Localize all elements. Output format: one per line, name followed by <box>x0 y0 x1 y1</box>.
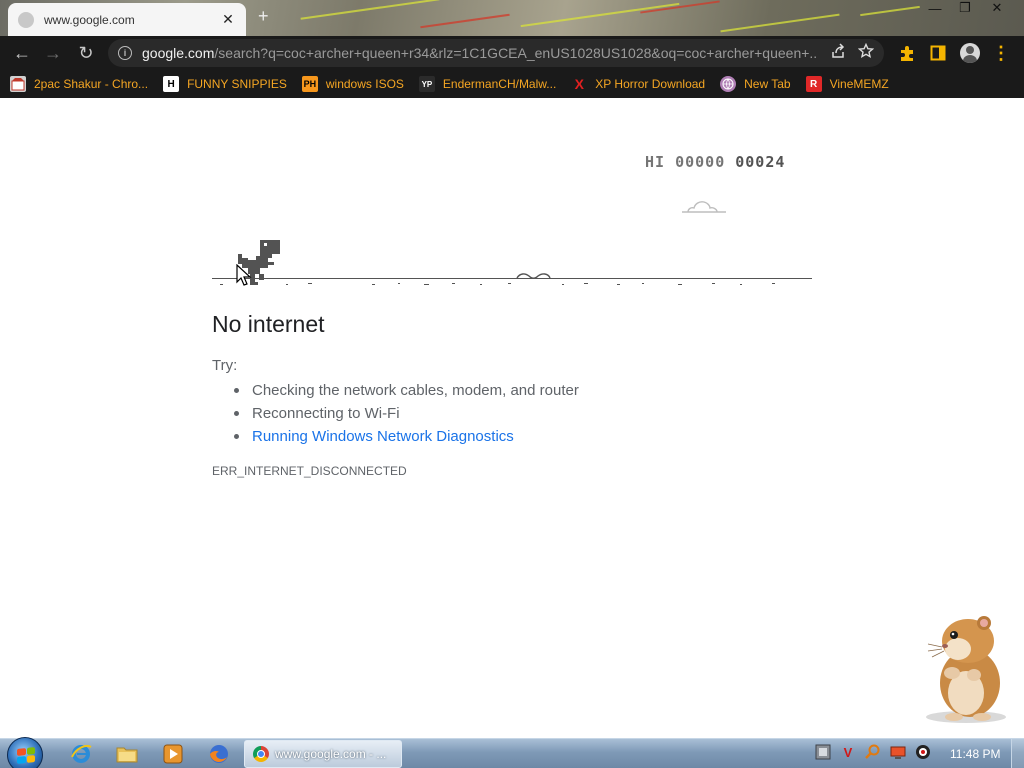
page-title: No internet <box>212 311 325 337</box>
bookmark-item[interactable]: X XP Horror Download <box>571 76 706 92</box>
forward-button[interactable]: → <box>38 38 68 68</box>
menu-kebab-icon[interactable]: ⋮ <box>986 36 1016 70</box>
try-label: Try: <box>212 357 238 374</box>
yp-logo-icon: YP <box>418 76 435 92</box>
r-logo-icon: R <box>805 76 822 92</box>
hi-label: HI <box>645 153 666 171</box>
tray-monitor-icon[interactable] <box>889 743 907 761</box>
profile-avatar[interactable] <box>955 36 985 70</box>
tab-favicon-icon <box>18 11 34 28</box>
bookmarks-bar: 2pac Shakur - Chro... H FUNNY SNIPPIES P… <box>0 70 1024 98</box>
taskbar: www.google.com - ... V 11:48 PM <box>0 737 1024 768</box>
network-diagnostics-link[interactable]: Running Windows Network Diagnostics <box>232 426 579 449</box>
page-content: HI 00000 00024 No internet Try: Checking… <box>0 103 1024 738</box>
windows-logo-icon <box>17 747 35 764</box>
bookmark-item[interactable]: YP EndermanCH/Malw... <box>418 76 556 92</box>
dino-game-area[interactable] <box>212 238 812 288</box>
chrome-icon <box>253 746 269 762</box>
tab-google[interactable]: www.google.com ✕ <box>8 3 246 36</box>
current-score: 00024 <box>735 153 786 171</box>
score-display: HI 00000 00024 <box>645 153 785 171</box>
bookmark-item[interactable]: 2pac Shakur - Chro... <box>10 76 148 92</box>
reload-button[interactable]: ↻ <box>71 38 101 68</box>
address-url[interactable]: google.com/search?q=coc+archer+queen+r34… <box>142 45 818 61</box>
tray-record-icon[interactable] <box>914 743 932 761</box>
taskbar-clock[interactable]: 11:48 PM <box>950 747 1000 761</box>
extensions-icon[interactable] <box>892 36 922 70</box>
tab-strip: www.google.com ✕ + — ❐ ✕ <box>0 0 1024 36</box>
bookmark-star-icon[interactable] <box>857 42 875 63</box>
hi-score: 00000 <box>675 153 726 171</box>
bookmark-item[interactable]: H FUNNY SNIPPIES <box>163 76 287 92</box>
list-item: Reconnecting to Wi-Fi <box>232 403 579 426</box>
tray-v-icon[interactable]: V <box>839 743 857 761</box>
tab-close-icon[interactable]: ✕ <box>220 11 236 28</box>
screen: www.google.com ✕ + — ❐ ✕ ← → ↻ i google.… <box>0 0 1024 768</box>
list-item: Checking the network cables, modem, and … <box>232 380 579 403</box>
show-desktop-button[interactable] <box>1011 739 1024 768</box>
folder-icon[interactable] <box>108 741 146 767</box>
browser-toolbar: ← → ↻ i google.com/search?q=coc+archer+q… <box>0 36 1024 70</box>
globe-icon <box>720 76 737 92</box>
error-code: ERR_INTERNET_DISCONNECTED <box>212 464 407 478</box>
tray-search-icon[interactable] <box>864 743 882 761</box>
firefox-icon[interactable] <box>200 741 238 767</box>
new-tab-button[interactable]: + <box>258 6 269 27</box>
media-player-icon[interactable] <box>154 741 192 767</box>
ie-icon[interactable] <box>62 741 100 767</box>
bookmark-item[interactable]: New Tab <box>720 76 791 92</box>
site-info-icon[interactable]: i <box>118 46 132 60</box>
tray-app-icon[interactable] <box>814 743 832 761</box>
window-close-button[interactable]: ✕ <box>982 0 1012 16</box>
bookmark-item[interactable]: PH windows ISOS <box>301 76 404 92</box>
back-button[interactable]: ← <box>7 38 37 68</box>
ground-texture <box>220 273 775 285</box>
start-button[interactable] <box>7 737 43 768</box>
minimize-button[interactable]: — <box>920 0 950 16</box>
cloud-icon <box>682 201 726 213</box>
h-logo-icon: H <box>163 76 180 92</box>
system-tray: V <box>814 743 939 761</box>
bookmark-item[interactable]: R VineMEMZ <box>805 76 889 92</box>
suggestions-list: Checking the network cables, modem, and … <box>232 380 579 449</box>
tab-title: www.google.com <box>44 12 135 27</box>
restore-button[interactable]: ❐ <box>950 0 980 16</box>
mouse-cursor-icon <box>236 264 252 286</box>
hamster-icon[interactable] <box>918 613 1014 725</box>
side-panel-icon[interactable] <box>923 36 953 70</box>
x-logo-icon: X <box>574 76 584 92</box>
share-icon[interactable] <box>830 43 846 63</box>
page-icon <box>10 76 26 92</box>
address-bar[interactable]: i google.com/search?q=coc+archer+queen+r… <box>108 39 884 67</box>
taskbar-chrome-window[interactable]: www.google.com - ... <box>244 740 402 768</box>
ph-logo-icon: PH <box>301 76 318 92</box>
